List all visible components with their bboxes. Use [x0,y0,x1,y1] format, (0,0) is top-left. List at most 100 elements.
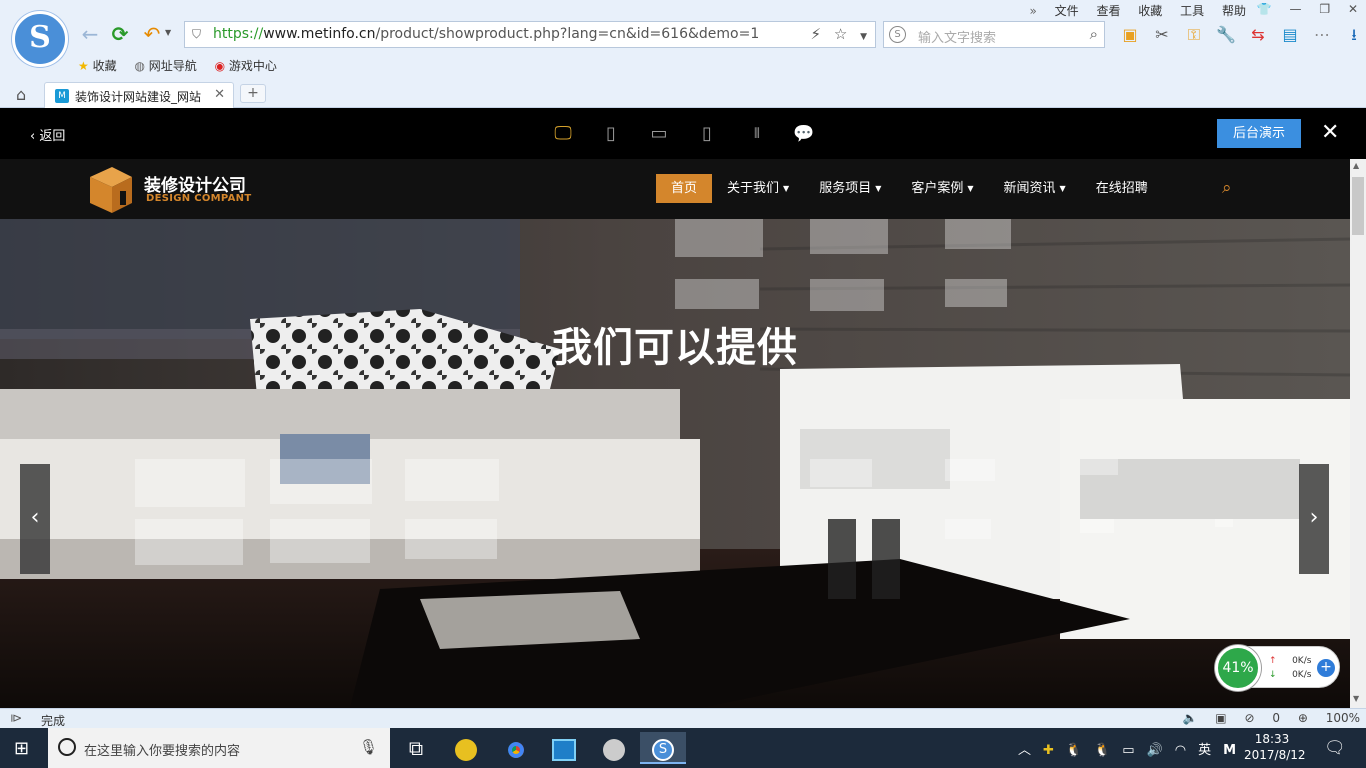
sogou-browser-task-icon[interactable]: S [640,732,686,764]
home-icon[interactable]: ⌂ [16,85,26,104]
battery-icon[interactable]: ▭ [1122,743,1134,758]
qq-icon[interactable]: 🐧 [1066,743,1082,758]
admin-demo-button[interactable]: 后台演示 [1217,119,1301,148]
close-icon[interactable]: ✕ [1321,120,1339,145]
refresh-icon[interactable]: ⟳ [108,22,132,46]
volume-icon[interactable]: 🔈 [1183,711,1198,725]
search-icon[interactable]: ⌕ [1222,178,1232,198]
wifi-icon[interactable]: ◠ [1175,743,1186,758]
page-scrollbar[interactable]: ▲ ▼ [1350,159,1366,708]
search-box[interactable]: S 输入文字搜索 ⌕ [883,21,1105,48]
tab-title: 装饰设计网站建设_网站 [75,90,202,104]
wechat-icon[interactable]: 💬 [790,124,818,144]
ad-block-icon[interactable]: ⊘ 0 [1244,711,1280,725]
menu-view[interactable]: 查看 [1096,4,1120,18]
address-url[interactable]: https://www.metinfo.cn/product/showprodu… [213,26,759,42]
undo-icon[interactable]: ↶ [140,22,164,46]
tablet-view-icon[interactable]: ▯ [600,124,622,144]
taskbar-clock[interactable]: 18:33 2017/8/12 [1244,731,1306,763]
demo-toolbar: ‹ 返回 🖵 ▯ ▭ ▯ ⫴ 💬 后台演示 ✕ [0,108,1366,159]
scroll-up-icon[interactable]: ▲ [1353,161,1359,170]
hero-title: 我们可以提供 [552,325,798,371]
chrome-icon[interactable] [496,732,536,764]
site-header: 装修设计公司 DESIGN COMPANT 首页 关于我们 ▼ 服务项目 ▼ 客户案例 ▼ 新… [0,159,1350,219]
more-icon[interactable]: ⋯ [1306,25,1338,44]
search-icon[interactable]: ⌕ [1090,25,1098,43]
nav-jobs[interactable]: 在线招聘 [1081,174,1163,203]
translate-box-icon[interactable]: ▤ [1274,25,1306,44]
accelerate-icon[interactable]: + [1317,659,1335,677]
lightning-icon[interactable]: ⚡ [811,25,822,43]
search-input[interactable]: 输入文字搜索 [918,27,996,46]
scroll-down-icon[interactable]: ▼ [1353,694,1359,703]
undo-dropdown-icon[interactable]: ▼ [165,28,171,37]
slider-next-button[interactable]: › [1299,464,1329,574]
taskbar-app-icon[interactable] [446,732,486,764]
task-view-icon[interactable]: ⧉ [396,732,436,764]
key-icon[interactable]: ⚿ [1178,25,1210,45]
skin-icon[interactable]: 👕 [1257,2,1272,16]
nav-home[interactable]: 首页 [656,174,713,203]
browser-tab[interactable]: M 装饰设计网站建设_网站 ✕ [44,82,234,108]
search-engine-icon[interactable]: S [889,26,906,43]
menu-file[interactable]: 文件 [1055,4,1079,18]
memory-usage-badge[interactable]: 41% [1215,645,1261,691]
restore-icon[interactable]: ❐ [1319,2,1330,16]
chevron-down-icon[interactable]: ▼ [860,32,867,42]
back-link[interactable]: ‹ 返回 [30,125,65,144]
status-text: 完成 [41,714,66,728]
qq-icon[interactable]: 🐧 [1094,743,1110,758]
scrollbar-thumb[interactable] [1352,177,1364,235]
network-speed-widget[interactable]: 41% ↑ 0K/s ↓ 0K/s + [1215,645,1340,691]
ime-mode-icon[interactable]: M [1223,743,1236,758]
sogou-browser-logo[interactable]: S [12,11,68,67]
nav-news[interactable]: 新闻资讯 ▼ [989,174,1081,203]
hero-banner: 我们可以提供 ‹ › [0,219,1350,708]
microphone-icon[interactable]: 🎙 [359,738,378,756]
menu-tools[interactable]: 工具 [1180,4,1204,18]
notification-icon[interactable]: 🗨 [1324,738,1346,758]
download-icon[interactable]: ⭳ [1338,24,1366,51]
nav-services[interactable]: 服务项目 ▼ [804,174,896,203]
desktop-view-icon[interactable]: 🖵 [552,124,574,144]
close-tab-icon[interactable]: ✕ [214,87,225,102]
menu-expand-icon[interactable]: » [1029,4,1036,18]
windows-start-icon[interactable]: ⊞ [14,738,29,759]
new-tab-button[interactable]: + [240,84,266,103]
favorite-item[interactable]: ◍ 网址导航 [134,59,196,73]
slider-prev-button[interactable]: ‹ [20,464,50,574]
tab-strip: ⌂ M 装饰设计网站建设_网站 ✕ + [0,80,1366,108]
close-window-icon[interactable]: ✕ [1348,2,1358,16]
sidebar-toggle-icon[interactable]: ⧐ [10,711,22,725]
chevron-up-icon[interactable]: ︿ [1018,743,1031,758]
favorite-item[interactable]: ★ 收藏 [78,59,117,73]
favorite-item[interactable]: ◉ 游戏中心 [215,59,277,73]
ime-indicator[interactable]: 英 [1198,743,1211,758]
back-arrow-icon[interactable]: ← [78,22,102,46]
zoom-control[interactable]: ⊕ 100% [1298,711,1360,725]
volume-icon[interactable]: 🔊 [1147,743,1163,758]
menu-favorites[interactable]: 收藏 [1138,4,1162,18]
translate-icon[interactable]: ⇆ [1242,25,1274,44]
address-bar[interactable]: ⛉ https://www.metinfo.cn/product/showpro… [184,21,876,48]
split-view-icon[interactable]: ⫴ [744,124,770,144]
nav-about[interactable]: 关于我们 ▼ [712,174,804,203]
clock-date: 2017/8/12 [1244,748,1306,762]
minimize-icon[interactable]: — [1290,2,1302,16]
taskbar-search-input[interactable]: 在这里输入你要搜索的内容 [84,740,240,759]
taskbar-app-icon[interactable] [544,732,584,764]
wrench-icon[interactable]: 🔧 [1210,25,1242,44]
tray-app-icon[interactable]: ✚ [1043,743,1054,758]
tablet-landscape-view-icon[interactable]: ▭ [648,124,670,144]
extension-icon[interactable]: ▣ [1114,25,1146,44]
scissors-icon[interactable]: ✂ [1146,25,1178,44]
taskbar-search[interactable]: 在这里输入你要搜索的内容 🎙 [48,728,390,768]
chevron-left-icon: ‹ [30,505,40,530]
mobile-view-icon[interactable]: ▯ [696,124,718,144]
media-player-icon[interactable] [594,732,634,764]
nav-cases[interactable]: 客户案例 ▼ [896,174,988,203]
screenshot-icon[interactable]: ▣ [1215,711,1226,725]
star-icon[interactable]: ☆ [834,25,847,43]
brand-logo-icon[interactable] [88,163,136,215]
chevron-right-icon: › [1309,505,1319,530]
